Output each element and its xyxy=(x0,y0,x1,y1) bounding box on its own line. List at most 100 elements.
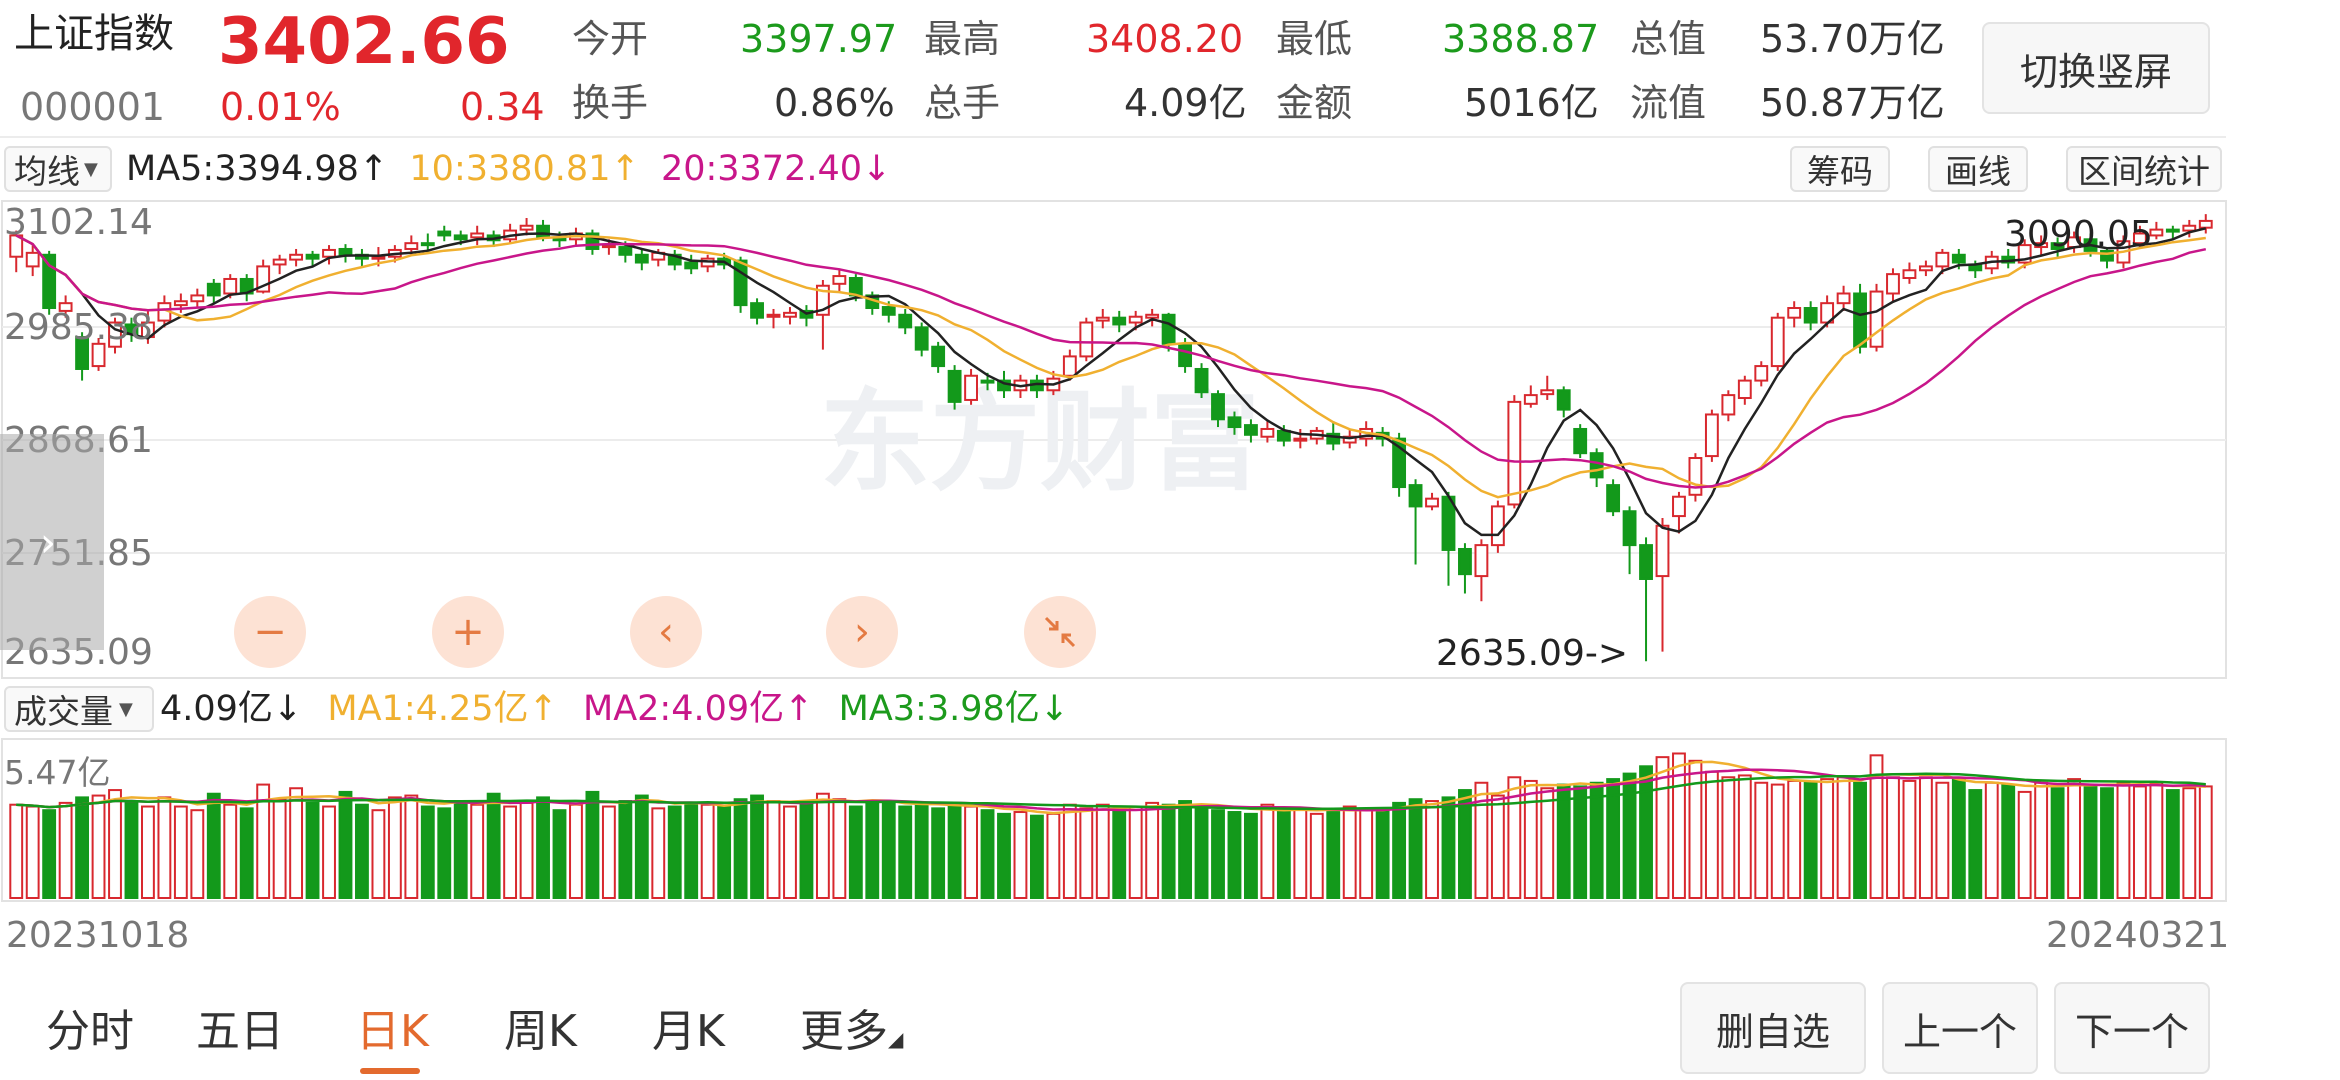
candle xyxy=(1079,317,1094,362)
corner-caret-icon: ◢ xyxy=(888,1027,904,1051)
volume-bar xyxy=(1029,814,1044,899)
candle xyxy=(1194,363,1209,399)
scroll-handle[interactable]: › xyxy=(0,434,104,650)
candle xyxy=(1523,385,1538,408)
draw-line-button[interactable]: 画线 xyxy=(1928,146,2028,192)
tab-five-day[interactable]: 五日 xyxy=(196,1010,284,1054)
volume-chart[interactable]: 5.47亿 xyxy=(0,738,2230,904)
ma-legend: MA5:3394.98↑ 10:3380.81↑ 20:3372.40↓ xyxy=(126,152,891,187)
volume-bar xyxy=(2100,787,2114,899)
volume-bar xyxy=(1375,807,1390,899)
candle xyxy=(1095,308,1110,329)
stat-value-volume: 4.09亿 xyxy=(1124,81,1247,125)
volume-bar xyxy=(404,794,419,899)
indicator-select-volume[interactable]: 成交量 ▼ xyxy=(4,686,154,732)
candle xyxy=(1918,260,1933,277)
zoom-in-button[interactable]: + xyxy=(432,596,504,668)
volume-bar xyxy=(371,809,386,899)
volume-bar xyxy=(2034,781,2049,899)
volume-bar xyxy=(766,800,781,899)
volume-bar xyxy=(1951,778,1966,899)
volume-bar xyxy=(453,800,468,899)
stat-value-turnover: 0.86% xyxy=(774,81,895,125)
volume-bar xyxy=(1309,812,1324,899)
tab-monthly-k[interactable]: 月K xyxy=(652,1010,725,1054)
switch-portrait-button[interactable]: 切换竖屏 xyxy=(1982,22,2210,114)
volume-bar xyxy=(1046,812,1061,899)
tab-more[interactable]: 更多◢ xyxy=(800,1010,903,1054)
volume-bar xyxy=(387,796,402,899)
candle xyxy=(1672,491,1686,534)
candle xyxy=(206,278,221,304)
candle xyxy=(898,308,913,335)
candle xyxy=(1737,375,1752,405)
candle xyxy=(338,244,353,263)
volume-bar xyxy=(108,789,122,899)
candlestick-chart[interactable]: 东方财富 3102.142985.382868.612751.852635.09… xyxy=(0,200,2230,680)
volume-bar xyxy=(1968,789,1983,899)
next-button[interactable]: 下一个 xyxy=(2054,982,2210,1074)
volume-bar xyxy=(700,803,715,899)
volume-indicator-label: 成交量 xyxy=(14,692,113,731)
tab-daily-k[interactable]: 日K xyxy=(356,1010,429,1054)
volume-bar xyxy=(536,796,550,899)
arrow-up-icon: ↑ xyxy=(610,149,640,189)
volume-bar xyxy=(1392,801,1407,899)
volume-bar xyxy=(239,807,254,899)
volume-bar xyxy=(783,805,797,899)
indicator-label: 均线 xyxy=(14,152,80,191)
volume-bar xyxy=(634,794,649,899)
arrow-up-icon: ↑ xyxy=(784,689,814,729)
arrow-down-icon: ↓ xyxy=(862,149,892,189)
pan-right-button[interactable]: › xyxy=(826,596,898,668)
volume-bar xyxy=(733,798,748,899)
arrow-up-icon: ↑ xyxy=(528,689,558,729)
range-stats-button[interactable]: 区间统计 xyxy=(2066,146,2222,192)
ma10-value: 10:3380.81 xyxy=(409,149,611,189)
remove-watchlist-button[interactable]: 删自选 xyxy=(1680,982,1866,1074)
volume-bar xyxy=(1128,805,1143,899)
volume-bar xyxy=(947,803,962,899)
zoom-out-button[interactable]: − xyxy=(234,596,306,668)
previous-button[interactable]: 上一个 xyxy=(1882,982,2038,1074)
stat-value-low: 3388.87 xyxy=(1442,17,1600,61)
stat-label: 今开 xyxy=(572,17,649,61)
volume-bar xyxy=(2132,785,2147,899)
tab-weekly-k[interactable]: 周K xyxy=(504,1010,577,1054)
volume-bar xyxy=(1688,759,1703,900)
volume-bar xyxy=(420,805,435,899)
candle xyxy=(1754,361,1769,387)
candle xyxy=(799,305,814,327)
volume-bar xyxy=(1326,811,1341,899)
arrow-up-icon: ↑ xyxy=(358,149,389,189)
change-value: 0.34 xyxy=(460,85,545,129)
candle xyxy=(190,288,205,309)
volume-bar xyxy=(157,796,172,899)
stat-value-float-cap: 50.87万亿 xyxy=(1760,81,1945,125)
candle xyxy=(766,308,781,329)
volume-bar xyxy=(815,792,830,900)
candle xyxy=(1639,537,1653,662)
volume-bar xyxy=(1095,803,1110,899)
stat-label: 总手 xyxy=(924,81,1001,125)
divider xyxy=(0,136,2226,138)
volume-bar xyxy=(1244,812,1258,899)
volume-bar xyxy=(190,809,205,899)
collapse-icon[interactable] xyxy=(1024,596,1096,668)
volume-bar xyxy=(42,809,57,899)
candle xyxy=(1145,308,1160,327)
candle xyxy=(1688,453,1703,502)
volume-bar xyxy=(2149,781,2164,899)
volume-bar xyxy=(1178,800,1193,899)
volume-bar xyxy=(914,801,929,899)
indicator-select-ma[interactable]: 均线 ▼ xyxy=(4,146,112,192)
volume-bar xyxy=(1984,781,1999,899)
volume-bar xyxy=(1161,803,1176,899)
pan-left-button[interactable]: ‹ xyxy=(630,596,702,668)
candle xyxy=(667,249,682,271)
volume-bar xyxy=(717,805,732,899)
tab-intraday[interactable]: 分时 xyxy=(46,1010,134,1054)
stat-label: 总值 xyxy=(1630,17,1707,61)
volume-bar xyxy=(1902,779,1917,900)
chips-button[interactable]: 筹码 xyxy=(1790,146,1890,192)
